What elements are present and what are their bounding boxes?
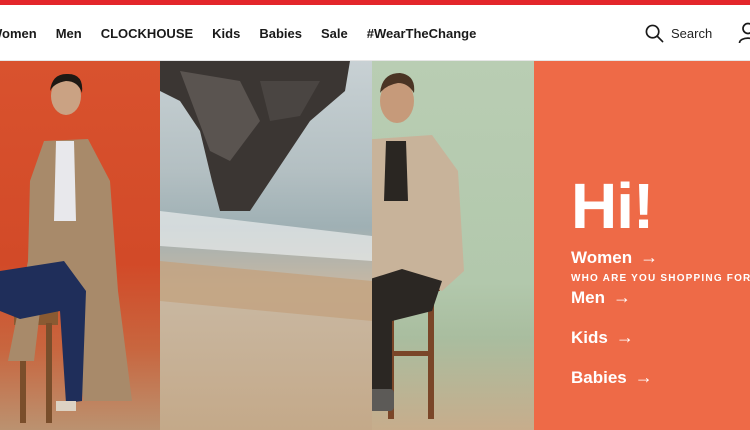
nav-item-wearthechange[interactable]: #WearTheChange [367,26,477,41]
shop-men-label: Men [571,287,605,307]
account-button[interactable] [738,22,750,44]
main-nav: Women Men CLOCKHOUSE Kids Babies Sale #W… [0,5,495,61]
nav-item-sale[interactable]: Sale [321,26,348,41]
nav-item-babies[interactable]: Babies [259,26,302,41]
hero-photo-man [332,61,534,430]
arrow-right-icon: → [634,367,653,387]
woman-figure-illustration [0,73,132,423]
nav-item-men[interactable]: Men [56,26,82,41]
nav-item-clockhouse[interactable]: CLOCKHOUSE [101,26,193,41]
arrow-right-icon: → [613,287,631,307]
search-label: Search [671,25,713,41]
shop-kids-label: Kids [571,327,608,347]
arrow-right-icon: → [615,327,634,347]
hero-banner: Hi! WHO ARE YOU SHOPPING FOR Women → Men… [0,61,750,430]
nav-item-kids[interactable]: Kids [212,26,240,41]
hero-photo-woman [0,61,160,430]
search-icon [645,24,664,42]
shop-women-link[interactable]: Women → [571,247,658,268]
shop-kids-link[interactable]: Kids → [571,327,634,348]
hero-greeting: Hi! [571,170,654,242]
nav-item-women[interactable]: Women [0,26,37,41]
site-header: Women Men CLOCKHOUSE Kids Babies Sale #W… [0,5,750,61]
user-icon [738,22,750,44]
shop-women-label: Women [571,247,633,267]
search-button[interactable]: Search [645,22,712,44]
rock-illustration [160,61,372,321]
shop-babies-label: Babies [571,367,627,387]
shop-men-link[interactable]: Men → [571,287,631,308]
arrow-right-icon: → [640,247,659,267]
shop-babies-link[interactable]: Babies → [571,367,653,388]
hero-question: WHO ARE YOU SHOPPING FOR [571,273,750,284]
hero-photo-rock-beach [160,61,372,430]
man-figure-illustration [332,73,464,419]
